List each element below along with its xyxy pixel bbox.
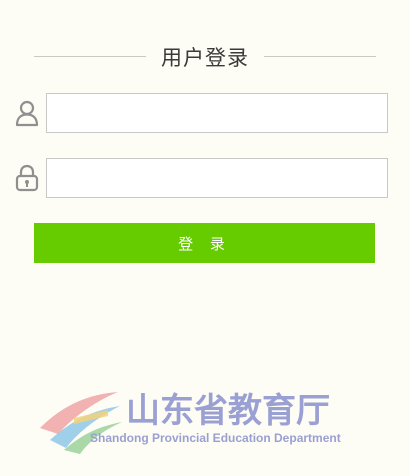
page-title: 用户登录 [161,46,249,70]
username-row [14,93,388,133]
password-row [14,158,388,198]
user-icon [14,99,40,127]
password-input[interactable] [46,158,388,198]
education-department-logo: 山东省教育厅 Shandong Provincial Education Dep… [34,372,380,458]
username-input[interactable] [46,93,388,133]
login-button[interactable]: 登 录 [34,223,375,263]
lock-icon [14,164,40,192]
login-header: 用户登录 [34,37,376,77]
logo-name-cn: 山东省教育厅 [126,391,330,431]
title-divider-right [264,56,376,57]
logo-name-en: Shandong Provincial Education Department [90,431,341,445]
